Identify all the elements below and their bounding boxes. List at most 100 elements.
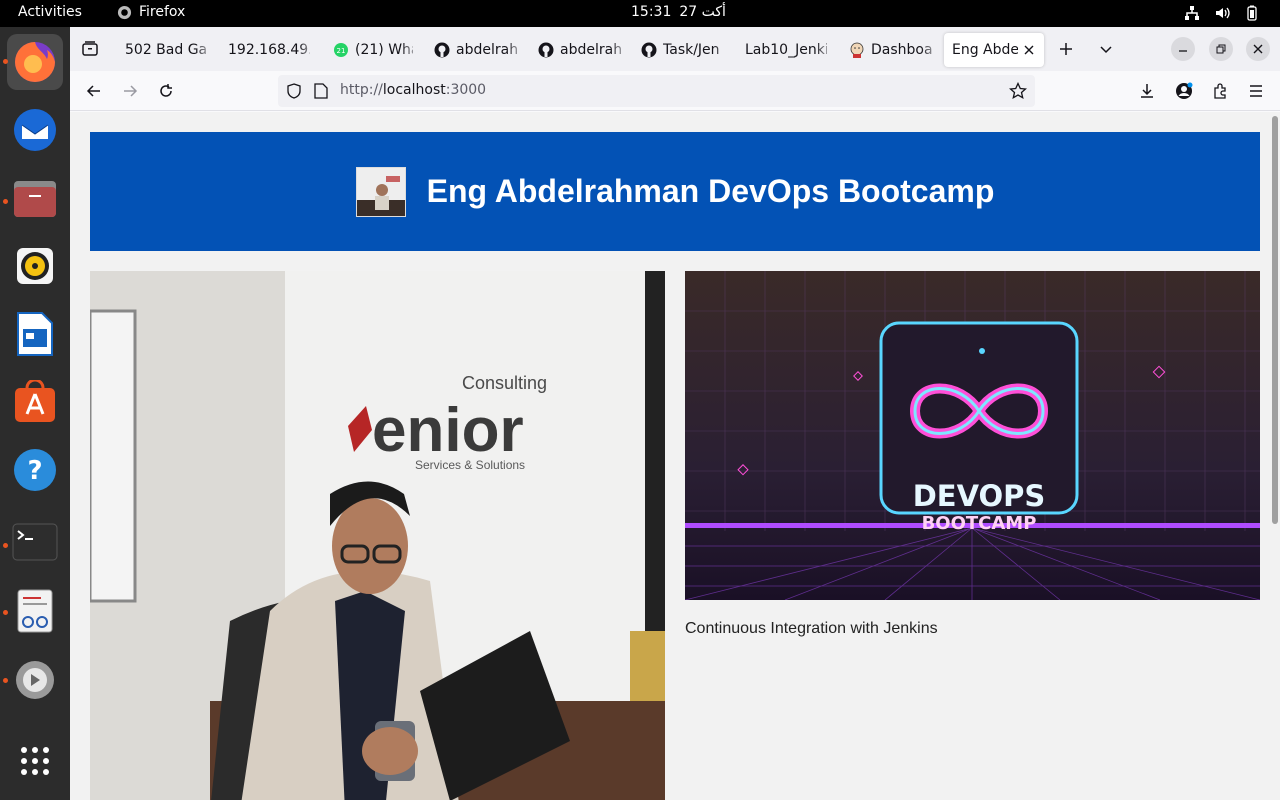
dock-writer[interactable] bbox=[7, 306, 63, 362]
page-info-icon[interactable] bbox=[314, 83, 328, 99]
clock[interactable]: 15:31 أكت 27 bbox=[631, 4, 726, 20]
account-button[interactable] bbox=[1172, 79, 1196, 103]
writer-icon bbox=[17, 312, 53, 356]
app-menu[interactable]: Firefox bbox=[117, 4, 185, 20]
bootcamp-word-bootcamp: BOOTCAMP bbox=[922, 513, 1037, 534]
tab[interactable]: Task/Jen bbox=[633, 33, 733, 67]
header-banner: Eng Abdelrahman DevOps Bootcamp bbox=[90, 132, 1260, 251]
tab[interactable]: abdelrah bbox=[530, 33, 630, 67]
download-icon bbox=[1141, 84, 1153, 98]
close-window-button[interactable] bbox=[1246, 37, 1270, 61]
tab-label: Task/Jen bbox=[663, 42, 720, 58]
terminal-icon bbox=[12, 523, 58, 561]
page-scrollbar[interactable] bbox=[1272, 116, 1278, 524]
dock-files[interactable] bbox=[7, 170, 63, 226]
dock-show-apps[interactable] bbox=[7, 733, 63, 789]
running-indicator bbox=[3, 610, 8, 615]
hamburger-menu-icon bbox=[1250, 85, 1262, 97]
devops-bootcamp-image: DEVOPS BOOTCAMP bbox=[685, 271, 1260, 600]
dock-rhythmbox[interactable] bbox=[7, 238, 63, 294]
app-grid-icon bbox=[21, 747, 49, 775]
navigation-toolbar: http://localhost:3000 bbox=[70, 71, 1280, 111]
close-tab-icon[interactable] bbox=[1024, 45, 1034, 55]
firefox-icon bbox=[15, 42, 55, 82]
bootcamp-caption: Continuous Integration with Jenkins bbox=[685, 620, 938, 637]
app-center-icon bbox=[15, 380, 55, 422]
firefox-window: 502 Bad Gat 192.168.49.2 21 (21) Wha abd… bbox=[70, 27, 1280, 800]
tab-label: Eng Abdel bbox=[952, 42, 1018, 58]
tab[interactable]: 21 (21) Wha bbox=[325, 33, 421, 67]
dock-settings[interactable] bbox=[7, 652, 63, 708]
firefox-view-button[interactable] bbox=[78, 37, 102, 61]
svg-text:?: ? bbox=[27, 456, 42, 486]
minimize-icon bbox=[1179, 50, 1187, 52]
forward-button[interactable] bbox=[118, 79, 142, 103]
list-all-tabs-button[interactable] bbox=[1094, 37, 1118, 61]
clock-time: 15:31 bbox=[631, 4, 672, 20]
account-icon bbox=[1176, 82, 1193, 99]
extensions-button[interactable] bbox=[1208, 79, 1232, 103]
help-icon: ? bbox=[14, 449, 56, 491]
whatsapp-badge: 21 bbox=[337, 47, 346, 55]
reload-icon bbox=[160, 84, 172, 97]
tab[interactable]: 502 Bad Gat bbox=[117, 33, 215, 67]
running-indicator bbox=[3, 199, 8, 204]
firefox-small-icon bbox=[117, 5, 132, 19]
profile-thumbnail bbox=[356, 167, 405, 216]
files-icon bbox=[14, 181, 56, 217]
tab[interactable]: abdelrah bbox=[426, 33, 526, 67]
profile-photo-illustration: Consulting enior Services & Solutions bbox=[90, 271, 665, 800]
firefox-view-icon bbox=[82, 41, 98, 56]
volume-icon bbox=[1216, 7, 1230, 19]
minimize-button[interactable] bbox=[1171, 37, 1195, 61]
dock: ? bbox=[0, 27, 70, 800]
dock-app-center[interactable] bbox=[7, 374, 63, 430]
url-port: :3000 bbox=[445, 82, 487, 98]
jenkins-icon bbox=[850, 42, 864, 58]
url-scheme: http:// bbox=[340, 82, 383, 98]
tab[interactable]: Lab10_Jenki bbox=[737, 33, 835, 67]
dock-help[interactable]: ? bbox=[7, 442, 63, 498]
activities-button[interactable]: Activities bbox=[18, 4, 82, 20]
new-tab-button[interactable] bbox=[1054, 37, 1078, 61]
restore-icon bbox=[1216, 44, 1226, 54]
dock-text-editor[interactable] bbox=[7, 583, 63, 639]
page-content: Eng Abdelrahman DevOps Bootcamp Consulti… bbox=[70, 112, 1280, 800]
photo-brand-tag: Services & Solutions bbox=[415, 458, 525, 472]
system-top-bar: Activities Firefox 15:31 أكت 27 bbox=[0, 0, 1280, 27]
running-indicator bbox=[3, 678, 8, 683]
running-indicator bbox=[3, 543, 8, 548]
text-editor-icon bbox=[17, 589, 53, 633]
menu-button[interactable] bbox=[1244, 79, 1268, 103]
arrow-left-icon bbox=[86, 85, 100, 97]
restore-button[interactable] bbox=[1209, 37, 1233, 61]
system-tray[interactable] bbox=[1184, 5, 1260, 21]
back-button[interactable] bbox=[82, 79, 106, 103]
dock-firefox[interactable] bbox=[7, 34, 63, 90]
thunderbird-icon bbox=[14, 109, 56, 151]
chevron-down-icon bbox=[1100, 46, 1112, 54]
tab[interactable]: 192.168.49.2 bbox=[220, 33, 318, 67]
rhythmbox-icon bbox=[17, 248, 53, 284]
puzzle-icon bbox=[1214, 83, 1226, 99]
url-bar[interactable]: http://localhost:3000 bbox=[278, 75, 1035, 107]
downloads-button[interactable] bbox=[1135, 79, 1159, 103]
github-icon bbox=[434, 42, 450, 58]
bookmark-star-icon[interactable] bbox=[1009, 82, 1027, 100]
reload-button[interactable] bbox=[154, 79, 178, 103]
tab-active[interactable]: Eng Abdel bbox=[944, 33, 1044, 67]
tracking-protection-icon[interactable] bbox=[286, 83, 302, 99]
profile-photo: Consulting enior Services & Solutions bbox=[90, 271, 665, 800]
tab-strip: 502 Bad Gat 192.168.49.2 21 (21) Wha abd… bbox=[70, 27, 1280, 71]
tab[interactable]: Dashboar bbox=[841, 33, 941, 67]
dock-thunderbird[interactable] bbox=[7, 102, 63, 158]
profile-logo-image bbox=[355, 166, 406, 217]
arrow-right-icon bbox=[124, 85, 138, 97]
battery-icon bbox=[1247, 5, 1257, 21]
close-icon bbox=[1253, 44, 1263, 54]
settings-icon bbox=[16, 661, 54, 699]
whatsapp-icon: 21 bbox=[334, 43, 348, 57]
dock-terminal[interactable] bbox=[7, 514, 63, 570]
clock-date: أكت 27 bbox=[679, 4, 726, 20]
devops-bootcamp-illustration: DEVOPS BOOTCAMP bbox=[685, 271, 1260, 600]
